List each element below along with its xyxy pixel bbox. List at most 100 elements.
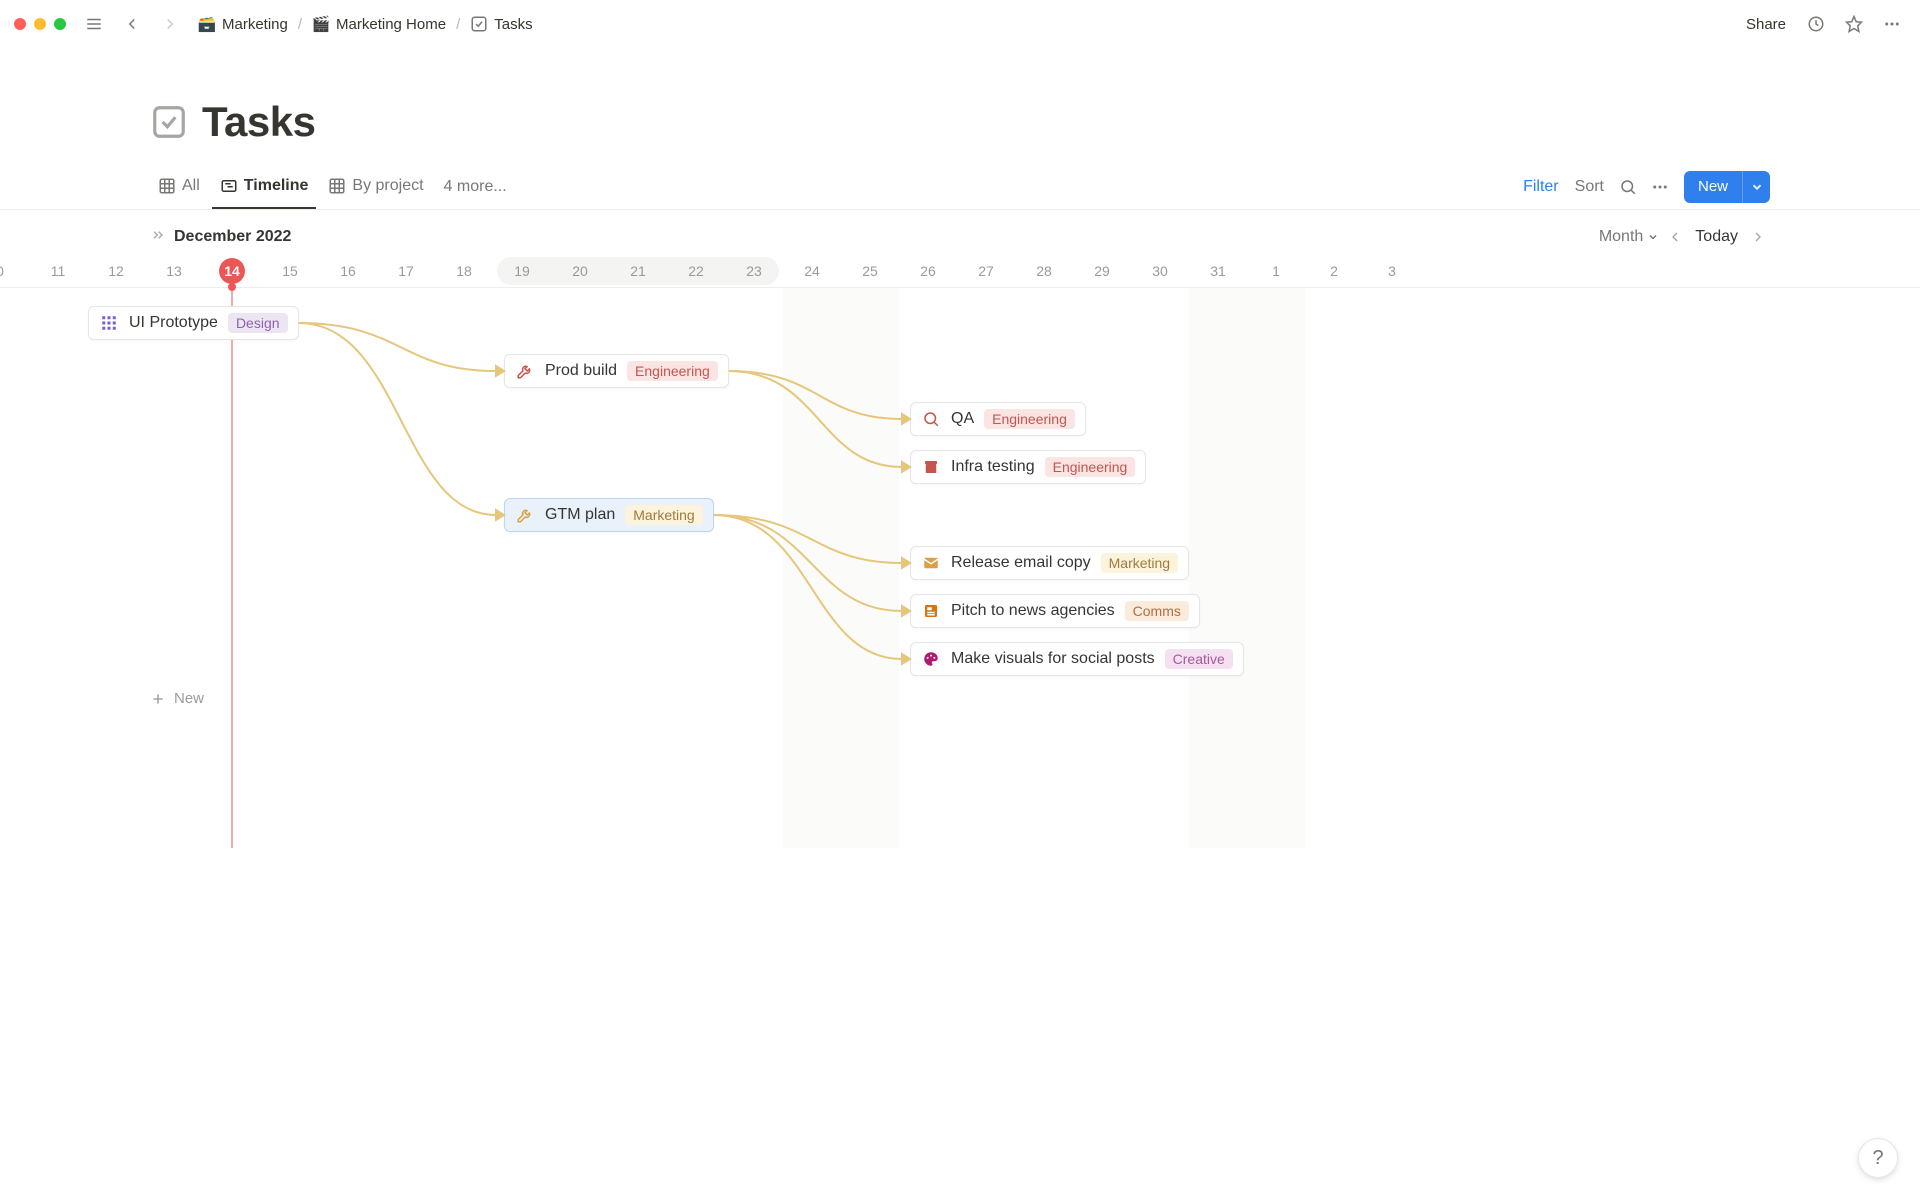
timeline-date-axis: 0111213141516171819202122232425262728293… [0, 254, 1920, 288]
share-button[interactable]: Share [1740, 12, 1792, 37]
help-button[interactable]: ? [1858, 1138, 1898, 1178]
date-cell: 19 [493, 254, 551, 288]
date-cell: 23 [725, 254, 783, 288]
new-task-row[interactable]: New [150, 690, 204, 707]
wrench-icon [515, 361, 535, 381]
date-cell: 31 [1189, 254, 1247, 288]
task-card-gtm[interactable]: GTM plan Marketing [504, 498, 714, 532]
new-task-label: New [174, 690, 204, 707]
breadcrumb-marketing[interactable]: 🗃️ Marketing [194, 13, 292, 35]
more-icon[interactable] [1878, 10, 1906, 38]
date-cell: 15 [261, 254, 319, 288]
breadcrumb-separator: / [298, 16, 302, 33]
task-tag: Marketing [1101, 553, 1178, 573]
timeline-month-label: December 2022 [174, 228, 291, 246]
minimize-window[interactable] [34, 18, 46, 30]
checkbox-icon [470, 15, 488, 33]
grid-icon [99, 313, 119, 333]
task-card-visuals[interactable]: Make visuals for social postsCreative [910, 642, 1244, 676]
task-title: Make visuals for social posts [951, 650, 1155, 668]
sort-button[interactable]: Sort [1569, 174, 1610, 200]
date-cell: 0 [0, 254, 29, 288]
date-cell: 24 [783, 254, 841, 288]
updates-icon[interactable] [1802, 10, 1830, 38]
timeline-next-icon[interactable] [1746, 225, 1770, 249]
task-tag: Marketing [625, 505, 702, 525]
date-cell: 18 [435, 254, 493, 288]
filter-button[interactable]: Filter [1517, 174, 1565, 200]
task-title: Prod build [545, 362, 617, 380]
task-title: GTM plan [545, 506, 615, 524]
breadcrumb-tasks[interactable]: Tasks [466, 13, 536, 35]
wrench-icon [515, 505, 535, 525]
clapper-icon: 🎬 [312, 15, 330, 33]
task-card-email[interactable]: Release email copy Marketing [910, 546, 1189, 580]
view-tab-label: By project [352, 177, 423, 195]
page-title[interactable]: Tasks [202, 98, 315, 146]
date-cell: 13 [145, 254, 203, 288]
close-window[interactable] [14, 18, 26, 30]
palette-icon [921, 649, 941, 669]
task-card-prod[interactable]: Prod build Engineering [504, 354, 729, 388]
breadcrumb: 🗃️ Marketing / 🎬 Marketing Home / Tasks [194, 13, 537, 35]
view-tab-label: All [182, 177, 200, 195]
new-button-dropdown[interactable] [1742, 171, 1770, 203]
timeline-scale-select[interactable]: Month [1595, 226, 1663, 248]
mail-icon [921, 553, 941, 573]
nav-forward-icon [156, 10, 184, 38]
view-tab-all[interactable]: All [150, 164, 208, 209]
view-tab-by-project[interactable]: By project [320, 164, 431, 209]
search-icon[interactable] [1614, 173, 1642, 201]
breadcrumb-label: Tasks [494, 16, 532, 33]
date-cell: 12 [87, 254, 145, 288]
date-cell: 21 [609, 254, 667, 288]
task-card-qa[interactable]: QA Engineering [910, 402, 1086, 436]
date-cell: 17 [377, 254, 435, 288]
date-cell: 27 [957, 254, 1015, 288]
weekend-shade [783, 288, 899, 848]
date-cell: 29 [1073, 254, 1131, 288]
zoom-window[interactable] [54, 18, 66, 30]
new-button[interactable]: New [1684, 171, 1770, 203]
search-icon [921, 409, 941, 429]
breadcrumb-marketing-home[interactable]: 🎬 Marketing Home [308, 13, 450, 35]
date-cell: 28 [1015, 254, 1073, 288]
task-tag: Design [228, 313, 288, 333]
date-cell: 20 [551, 254, 609, 288]
timeline-prev-icon[interactable] [1663, 225, 1687, 249]
task-card-pitch[interactable]: Pitch to news agenciesComms [910, 594, 1200, 628]
new-button-label[interactable]: New [1684, 178, 1742, 195]
date-cell: 11 [29, 254, 87, 288]
window-controls[interactable] [14, 18, 66, 30]
sidebar-toggle-icon[interactable] [80, 10, 108, 38]
timeline-today-button[interactable]: Today [1687, 228, 1746, 246]
task-title: Infra testing [951, 458, 1035, 476]
task-title: UI Prototype [129, 314, 218, 332]
view-options-icon[interactable] [1646, 173, 1674, 201]
task-tag: Engineering [984, 409, 1075, 429]
view-tab-timeline[interactable]: Timeline [212, 164, 317, 209]
news-icon [921, 601, 941, 621]
task-tag: Engineering [627, 361, 718, 381]
today-line [232, 288, 233, 848]
weekend-shade [1189, 288, 1305, 848]
archive-icon [921, 457, 941, 477]
task-tag: Engineering [1045, 457, 1136, 477]
favorite-icon[interactable] [1840, 10, 1868, 38]
task-title: Release email copy [951, 554, 1091, 572]
date-cell: 26 [899, 254, 957, 288]
expand-groups-icon[interactable] [150, 227, 166, 248]
nav-back-icon[interactable] [118, 10, 146, 38]
task-card-infra[interactable]: Infra testing Engineering [910, 450, 1146, 484]
folder-icon: 🗃️ [198, 15, 216, 33]
view-tab-more[interactable]: 4 more... [436, 178, 515, 196]
date-cell: 1 [1247, 254, 1305, 288]
date-cell: 16 [319, 254, 377, 288]
task-title: QA [951, 410, 974, 428]
date-cell: 2 [1305, 254, 1363, 288]
page-icon[interactable] [150, 103, 188, 141]
task-title: Pitch to news agencies [951, 602, 1115, 620]
breadcrumb-label: Marketing [222, 16, 288, 33]
task-card-ui[interactable]: UI Prototype Design [88, 306, 299, 340]
timeline-scale-label: Month [1599, 228, 1643, 246]
